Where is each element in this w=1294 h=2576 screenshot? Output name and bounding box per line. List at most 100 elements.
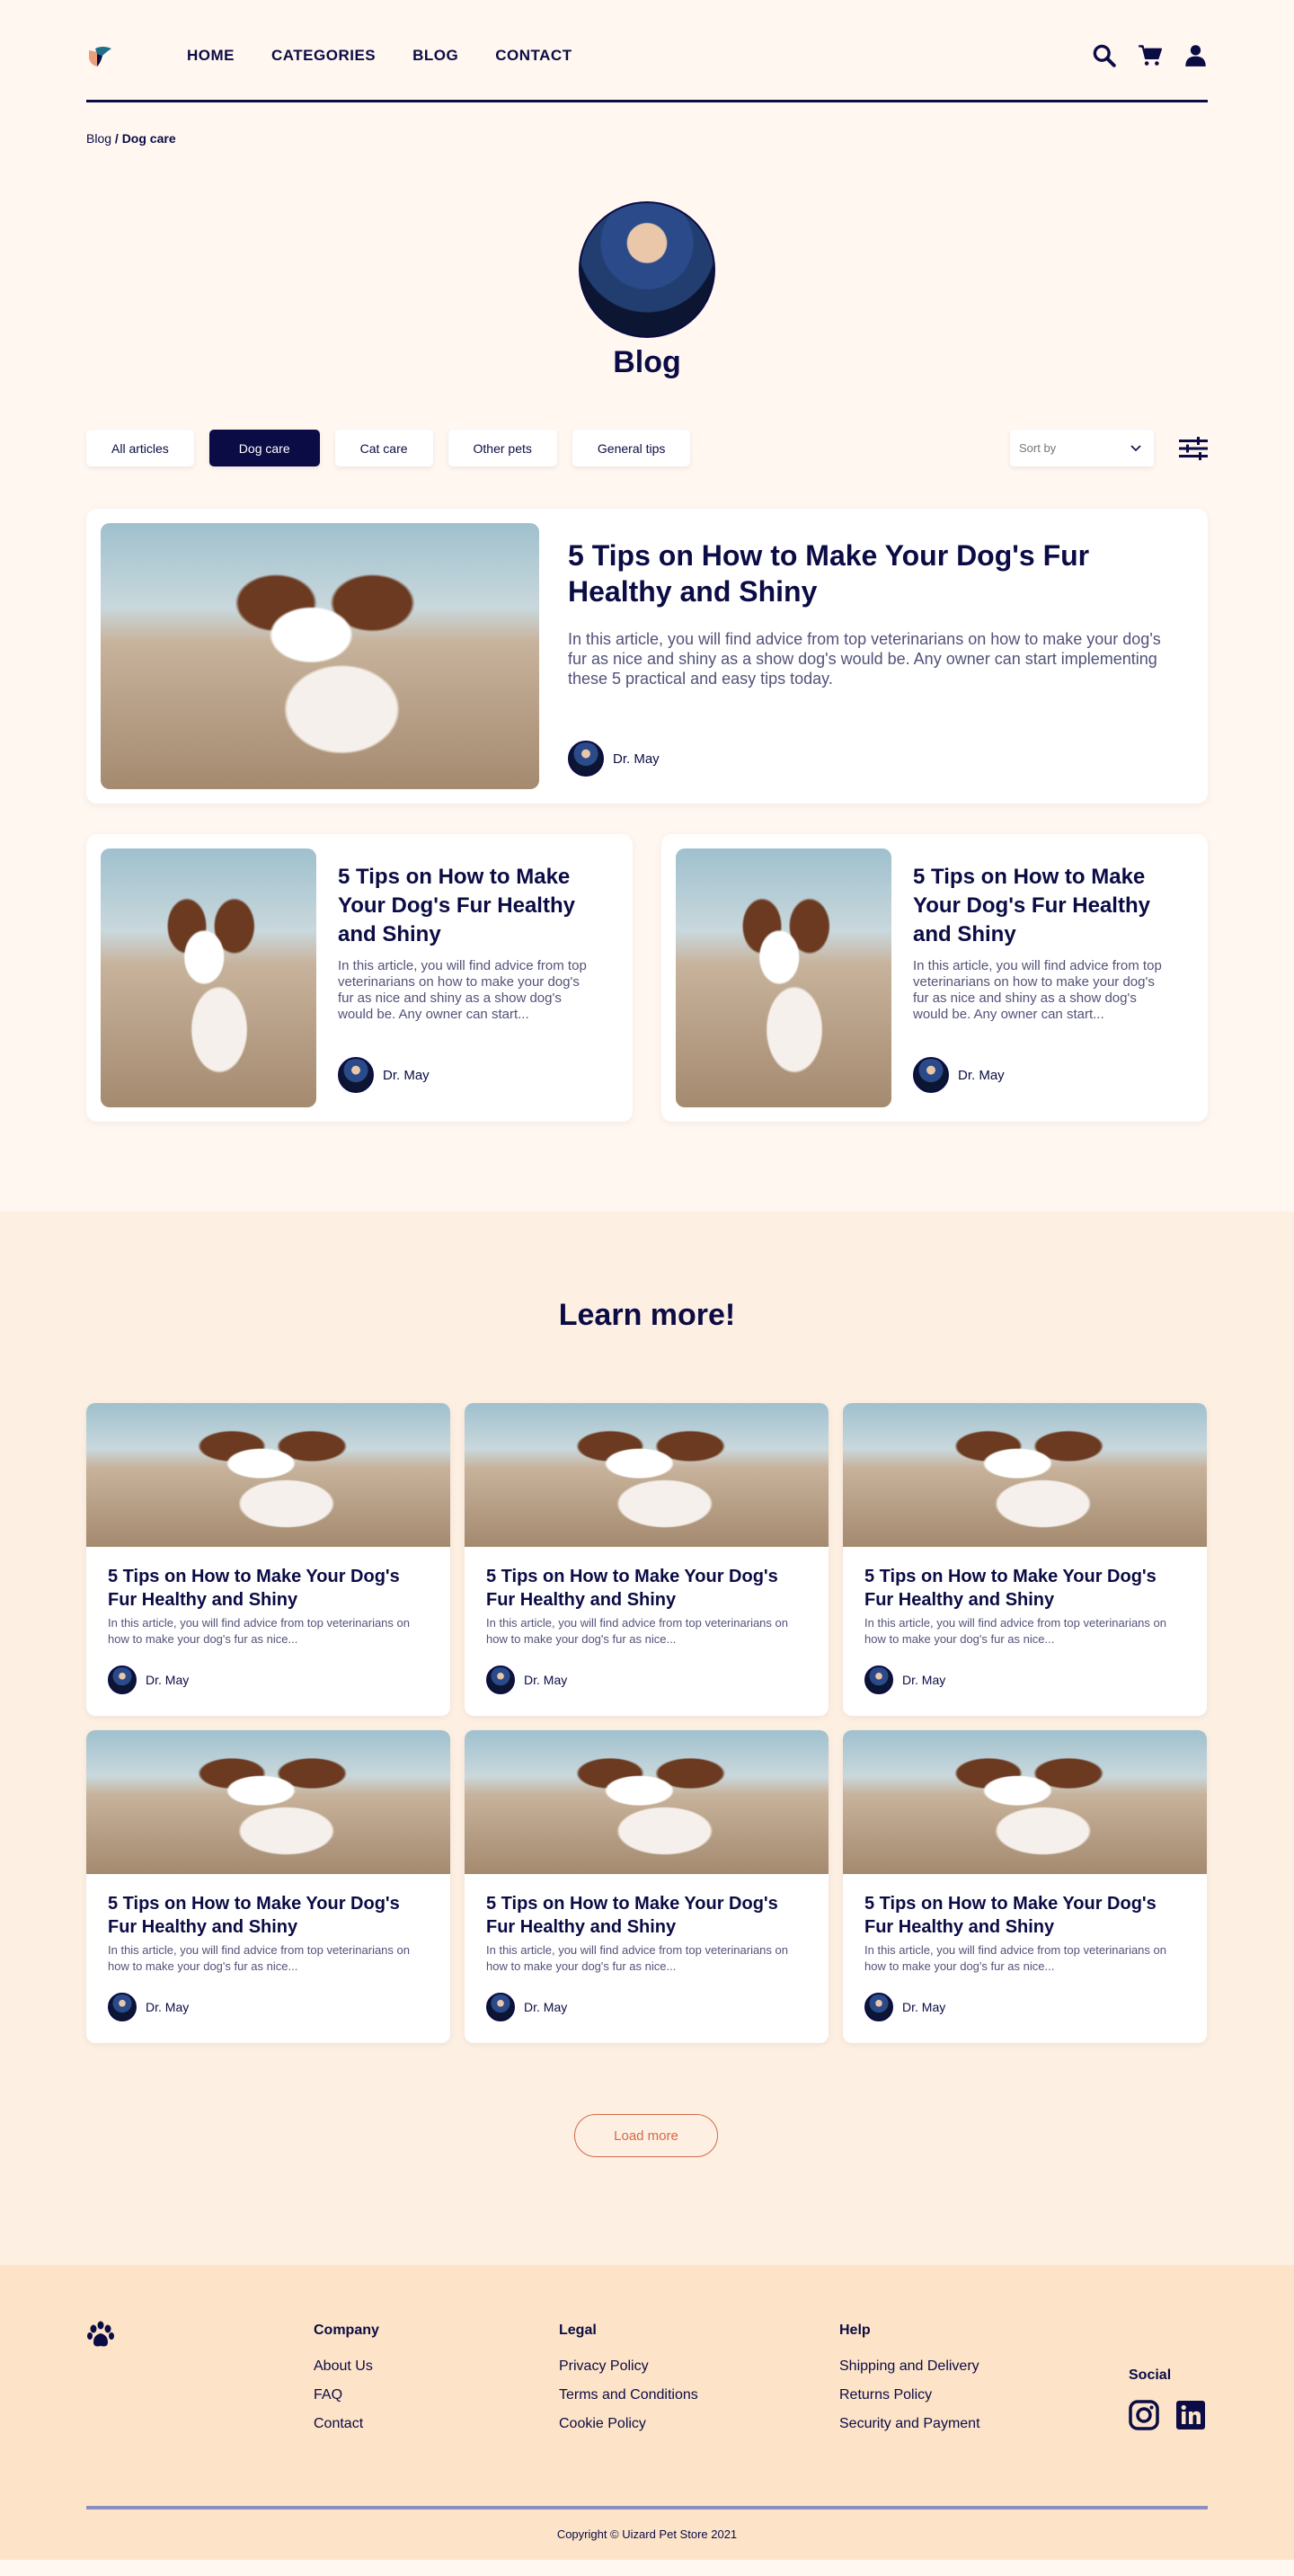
footer-heading: Company — [314, 2323, 379, 2338]
article-card[interactable]: 5 Tips on How to Make Your Dog's Fur Hea… — [661, 834, 1208, 1122]
article-author: Dr. May — [108, 1993, 189, 2021]
article-title[interactable]: 5 Tips on How to Make Your Dog's Fur Hea… — [486, 1565, 807, 1612]
article-excerpt: In this article, you will find advice fr… — [108, 1943, 410, 1973]
sort-dropdown[interactable]: Sort by — [1010, 430, 1154, 466]
instagram-icon[interactable] — [1129, 2400, 1159, 2430]
footer-link-privacy[interactable]: Privacy Policy — [559, 2358, 698, 2375]
avatar — [864, 1993, 893, 2021]
breadcrumb-current: / Dog care — [114, 131, 176, 146]
filter-dog-care[interactable]: Dog care — [208, 430, 320, 466]
linkedin-icon[interactable] — [1175, 2400, 1206, 2430]
author-name: Dr. May — [524, 1673, 568, 1687]
article-excerpt: In this article, you will find advice fr… — [486, 1616, 788, 1646]
breadcrumb: Blog / Dog care — [86, 131, 1208, 146]
footer-heading: Social — [1129, 2367, 1172, 2383]
article-card[interactable]: 5 Tips on How to Make Your Dog's Fur Hea… — [843, 1730, 1207, 2043]
search-icon[interactable] — [1092, 43, 1116, 67]
author-name: Dr. May — [383, 1067, 430, 1083]
avatar — [568, 741, 604, 777]
avatar — [108, 1666, 137, 1694]
author-avatar — [579, 201, 715, 338]
footer-link-shipping[interactable]: Shipping and Delivery — [839, 2358, 980, 2375]
page-title: Blog — [613, 345, 681, 379]
user-icon[interactable] — [1183, 43, 1208, 67]
dog-image — [101, 848, 316, 1107]
blog-hero: Blog — [0, 201, 1294, 385]
article-excerpt: In this article, you will find advice fr… — [913, 958, 1162, 1022]
article-card[interactable]: 5 Tips on How to Make Your Dog's Fur Hea… — [843, 1403, 1207, 1716]
article-card[interactable]: 5 Tips on How to Make Your Dog's Fur Hea… — [465, 1730, 829, 2043]
article-title[interactable]: 5 Tips on How to Make Your Dog's Fur Hea… — [486, 1892, 807, 1939]
author-name: Dr. May — [524, 2000, 568, 2014]
article-author: Dr. May — [864, 1666, 945, 1694]
article-excerpt: In this article, you will find advice fr… — [864, 1943, 1166, 1973]
footer-heading: Legal — [559, 2323, 597, 2338]
copyright: Copyright © Uizard Pet Store 2021 — [556, 2527, 738, 2541]
load-more-button[interactable]: Load more — [574, 2114, 718, 2157]
author-name: Dr. May — [613, 751, 660, 767]
breadcrumb-blog[interactable]: Blog — [86, 131, 111, 146]
sort-label: Sort by — [1019, 441, 1057, 455]
filter-other-pets[interactable]: Other pets — [448, 430, 557, 466]
avatar — [338, 1057, 374, 1093]
dog-image — [465, 1403, 829, 1547]
article-title[interactable]: 5 Tips on How to Make Your Dog's Fur Hea… — [568, 537, 1172, 609]
cart-icon[interactable] — [1138, 43, 1162, 67]
site-header: HOME CATEGORIES BLOG CONTACT — [86, 0, 1208, 102]
article-grid: 5 Tips on How to Make Your Dog's Fur Hea… — [86, 1403, 1208, 2043]
avatar — [486, 1993, 515, 2021]
featured-article-card[interactable]: 5 Tips on How to Make Your Dog's Fur Hea… — [86, 509, 1208, 804]
article-title[interactable]: 5 Tips on How to Make Your Dog's Fur Hea… — [108, 1565, 429, 1612]
chevron-down-icon — [1130, 444, 1141, 451]
secondary-articles: 5 Tips on How to Make Your Dog's Fur Hea… — [86, 834, 1208, 1122]
dog-image — [86, 1730, 450, 1874]
footer-column-company: Company About Us FAQ Contact — [314, 2323, 379, 2445]
footer-link-security[interactable]: Security and Payment — [839, 2416, 980, 2432]
header-icons — [1092, 43, 1208, 67]
nav-categories[interactable]: CATEGORIES — [271, 47, 376, 65]
article-title[interactable]: 5 Tips on How to Make Your Dog's Fur Hea… — [338, 863, 597, 949]
footer-social: Social — [1129, 2367, 1206, 2430]
article-title[interactable]: 5 Tips on How to Make Your Dog's Fur Hea… — [913, 863, 1172, 949]
footer-link-terms[interactable]: Terms and Conditions — [559, 2387, 698, 2403]
article-card[interactable]: 5 Tips on How to Make Your Dog's Fur Hea… — [465, 1403, 829, 1716]
footer-link-about[interactable]: About Us — [314, 2358, 379, 2375]
nav-contact[interactable]: CONTACT — [495, 47, 572, 65]
author-name: Dr. May — [146, 2000, 190, 2014]
avatar — [108, 1993, 137, 2021]
dog-image — [101, 523, 539, 789]
dog-image — [465, 1730, 829, 1874]
filter-all-articles[interactable]: All articles — [86, 430, 194, 466]
article-title[interactable]: 5 Tips on How to Make Your Dog's Fur Hea… — [864, 1565, 1185, 1612]
article-card[interactable]: 5 Tips on How to Make Your Dog's Fur Hea… — [86, 834, 633, 1122]
article-excerpt: In this article, you will find advice fr… — [108, 1616, 410, 1646]
paw-icon[interactable] — [86, 2321, 115, 2349]
article-title[interactable]: 5 Tips on How to Make Your Dog's Fur Hea… — [108, 1892, 429, 1939]
author-name: Dr. May — [902, 1673, 946, 1687]
logo-icon[interactable] — [86, 45, 113, 70]
footer-link-returns[interactable]: Returns Policy — [839, 2387, 980, 2403]
nav-blog[interactable]: BLOG — [412, 47, 458, 65]
dog-image — [676, 848, 891, 1107]
category-filters: All articles Dog care Cat care Other pet… — [86, 430, 1208, 467]
article-author: Dr. May — [568, 741, 660, 777]
section-title: Learn more! — [558, 1298, 736, 1332]
article-card[interactable]: 5 Tips on How to Make Your Dog's Fur Hea… — [86, 1403, 450, 1716]
dog-image — [843, 1403, 1207, 1547]
site-footer: Company About Us FAQ Contact Legal Priva… — [0, 2265, 1294, 2560]
nav-home[interactable]: HOME — [187, 47, 235, 65]
filter-settings-icon[interactable] — [1179, 437, 1208, 460]
article-title[interactable]: 5 Tips on How to Make Your Dog's Fur Hea… — [864, 1892, 1185, 1939]
avatar — [864, 1666, 893, 1694]
avatar — [913, 1057, 949, 1093]
main-nav: HOME CATEGORIES BLOG CONTACT — [187, 47, 572, 65]
footer-link-faq[interactable]: FAQ — [314, 2387, 379, 2403]
article-excerpt: In this article, you will find advice fr… — [486, 1943, 788, 1973]
footer-link-cookie[interactable]: Cookie Policy — [559, 2416, 698, 2432]
filter-general-tips[interactable]: General tips — [572, 430, 691, 466]
footer-column-legal: Legal Privacy Policy Terms and Condition… — [559, 2323, 698, 2445]
filter-cat-care[interactable]: Cat care — [334, 430, 433, 466]
footer-link-contact[interactable]: Contact — [314, 2416, 379, 2432]
article-card[interactable]: 5 Tips on How to Make Your Dog's Fur Hea… — [86, 1730, 450, 2043]
article-author: Dr. May — [338, 1057, 430, 1093]
